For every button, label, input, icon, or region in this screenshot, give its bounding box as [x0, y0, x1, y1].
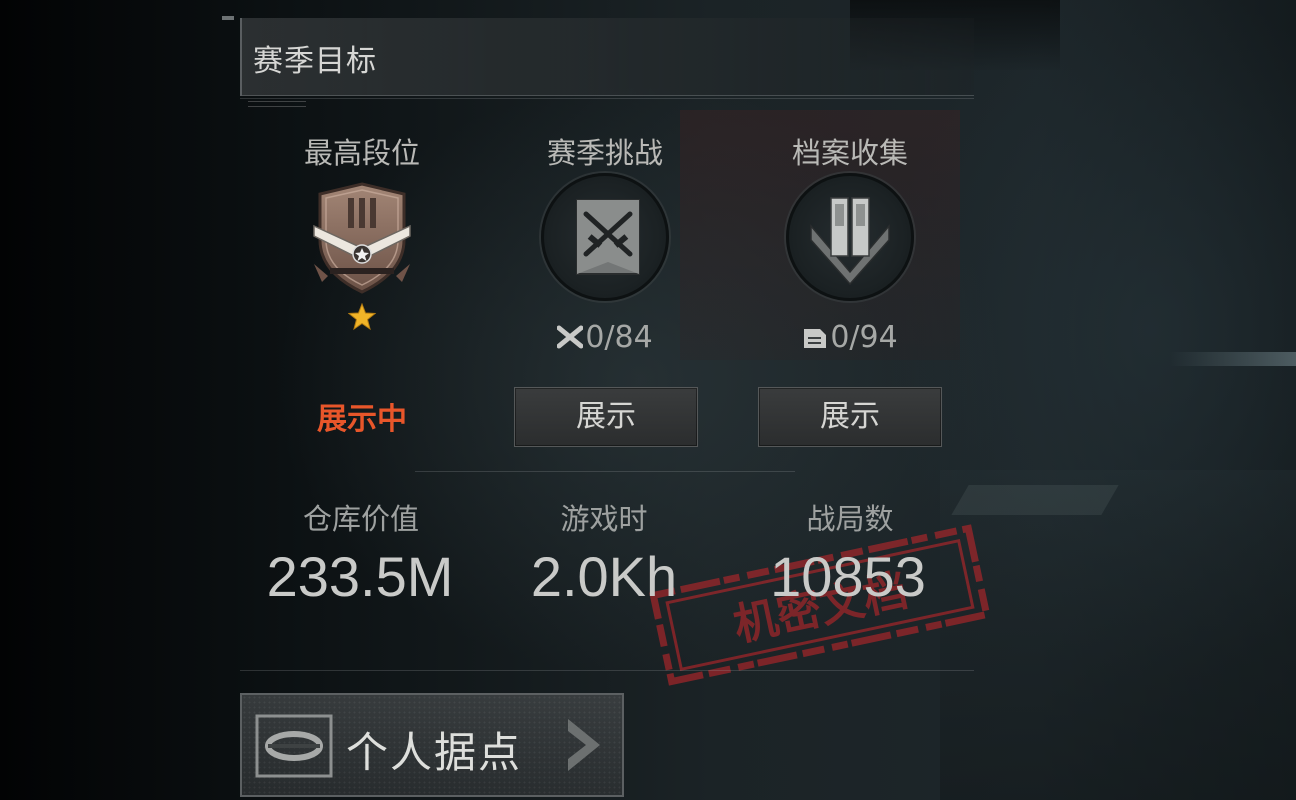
stat-label-warehouse-value: 仓库价值	[302, 502, 419, 536]
challenge-show-button[interactable]: 展示	[514, 387, 698, 447]
challenge-counter: 0/84	[505, 320, 705, 358]
challenge-heading: 赛季挑战	[546, 136, 663, 170]
background-floor	[940, 470, 1296, 800]
chevron-right-icon	[560, 715, 606, 779]
crossed-guns-icon	[576, 199, 640, 275]
archive-counter-value: 0/94	[830, 320, 898, 355]
stat-label-match-count: 战局数	[806, 502, 894, 536]
title-deco-lines	[248, 101, 306, 107]
goals-divider	[415, 471, 795, 472]
rank-star-icon	[347, 302, 377, 335]
document-icon	[802, 323, 828, 358]
personal-base-button[interactable]: 个人据点	[240, 693, 624, 797]
background-light-streak	[1170, 352, 1296, 366]
background-card-on-table	[951, 485, 1119, 515]
rank-heading: 最高段位	[303, 136, 420, 170]
stat-value-warehouse-value: 233.5M	[266, 545, 454, 608]
archive-heading: 档案收集	[791, 136, 908, 170]
panel-title: 赛季目标	[253, 44, 377, 79]
stat-value-match-count: 10853	[770, 545, 926, 608]
archive-chevron-icon	[810, 197, 890, 286]
archive-show-button[interactable]: 展示	[758, 387, 942, 447]
title-tick-decoration	[222, 16, 234, 20]
challenge-counter-value: 0/84	[585, 320, 653, 355]
challenge-cross-icon	[556, 323, 584, 358]
rank-shield-icon[interactable]	[308, 180, 416, 296]
stat-label-play-time: 游戏时	[560, 502, 648, 536]
personal-base-label: 个人据点	[346, 728, 523, 777]
base-icon	[254, 713, 334, 783]
title-underline	[240, 98, 974, 99]
archive-emblem[interactable]	[786, 173, 914, 301]
stats-divider	[240, 670, 974, 671]
season-goals-screen: 赛季目标 最高段位 展示中 赛季挑战 0/84 展示 档案收集 0/94 展示 …	[0, 0, 1296, 800]
archive-counter: 0/94	[750, 320, 950, 358]
challenge-emblem[interactable]	[541, 173, 669, 301]
stat-value-play-time: 2.0Kh	[530, 545, 678, 608]
rank-status-label: 展示中	[317, 402, 407, 437]
